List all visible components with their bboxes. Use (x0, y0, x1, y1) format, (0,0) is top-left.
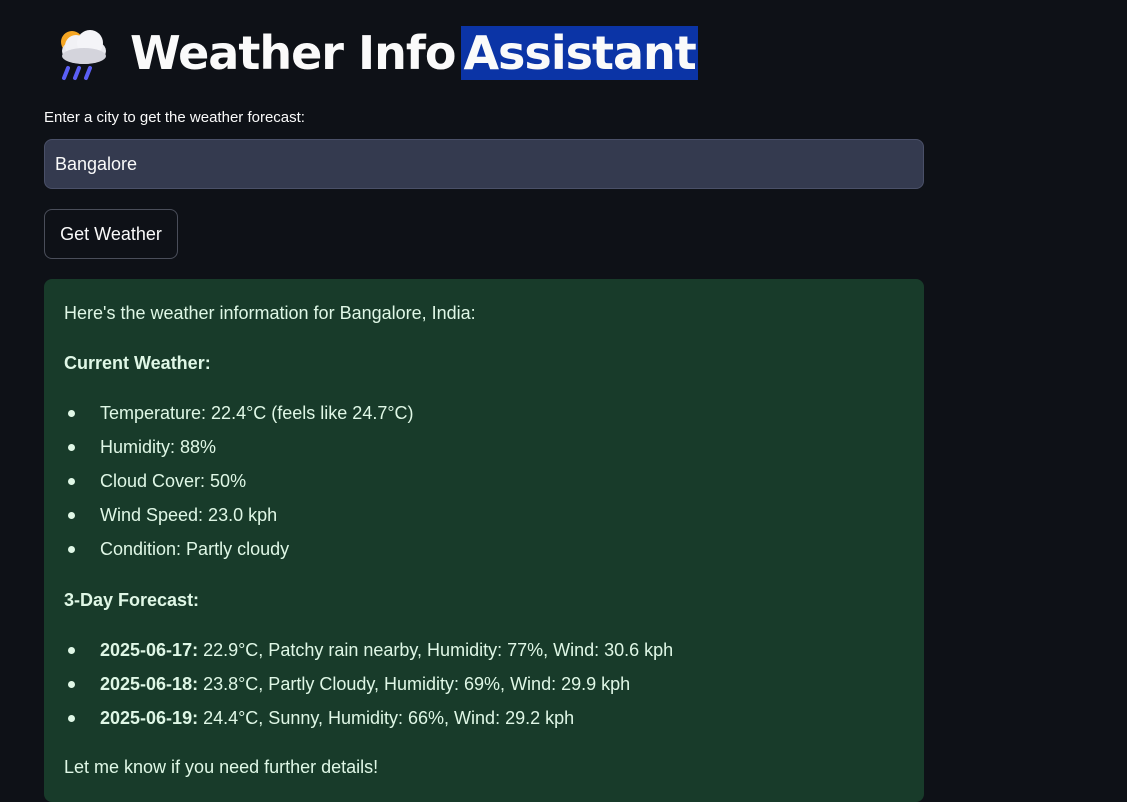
current-weather-list: Temperature: 22.4°C (feels like 24.7°C) … (64, 401, 414, 571)
list-item: Humidity: 88% (64, 435, 414, 469)
current-item-text: Cloud Cover: 50% (100, 471, 247, 491)
forecast-text: 22.9°C, Patchy rain nearby, Humidity: 77… (198, 640, 674, 660)
list-item: 2025-06-17: 22.9°C, Patchy rain nearby, … (64, 638, 673, 672)
bullet-icon (68, 478, 75, 485)
app-page: Weather Info Assistant Enter a city to ge… (0, 0, 1127, 802)
page-title-main: Weather Info (130, 26, 456, 80)
get-weather-button[interactable]: Get Weather (44, 209, 178, 259)
result-intro: Here's the weather information for Banga… (64, 303, 476, 323)
list-item: Cloud Cover: 50% (64, 469, 414, 503)
current-item-text: Wind Speed: 23.0 kph (100, 505, 278, 525)
forecast-date: 2025-06-19: (100, 708, 199, 728)
page-title-highlight: Assistant (461, 26, 698, 80)
cloud-rain-sun-icon (50, 22, 112, 84)
forecast-date: 2025-06-18: (100, 674, 199, 694)
bullet-icon (68, 647, 75, 654)
list-item: 2025-06-18: 23.8°C, Partly Cloudy, Humid… (64, 672, 673, 706)
current-item-text: Temperature: 22.4°C (feels like 24.7°C) (100, 403, 414, 423)
page-title: Weather Info Assistant (130, 26, 698, 80)
bullet-icon (68, 546, 75, 553)
forecast-date: 2025-06-17: (100, 640, 199, 660)
bullet-icon (68, 512, 75, 519)
page-title-row: Weather Info Assistant (50, 18, 698, 88)
bullet-icon (68, 410, 75, 417)
forecast-text: 24.4°C, Sunny, Humidity: 66%, Wind: 29.2… (198, 708, 575, 728)
forecast-list: 2025-06-17: 22.9°C, Patchy rain nearby, … (64, 638, 673, 740)
list-item: 2025-06-19: 24.4°C, Sunny, Humidity: 66%… (64, 706, 673, 740)
forecast-heading: 3-Day Forecast: (64, 590, 200, 610)
list-item: Wind Speed: 23.0 kph (64, 503, 414, 537)
current-item-text: Condition: Partly cloudy (100, 539, 290, 559)
list-item: Temperature: 22.4°C (feels like 24.7°C) (64, 401, 414, 435)
bullet-icon (68, 715, 75, 722)
city-input[interactable] (44, 139, 924, 189)
current-weather-heading: Current Weather: (64, 353, 211, 373)
list-item: Condition: Partly cloudy (64, 537, 414, 571)
city-input-label: Enter a city to get the weather forecast… (44, 109, 305, 126)
bullet-icon (68, 444, 75, 451)
result-closing: Let me know if you need further details! (64, 757, 379, 777)
bullet-icon (68, 681, 75, 688)
current-item-text: Humidity: 88% (100, 437, 217, 457)
forecast-text: 23.8°C, Partly Cloudy, Humidity: 69%, Wi… (198, 674, 631, 694)
weather-result-panel: Here's the weather information for Banga… (44, 279, 924, 802)
